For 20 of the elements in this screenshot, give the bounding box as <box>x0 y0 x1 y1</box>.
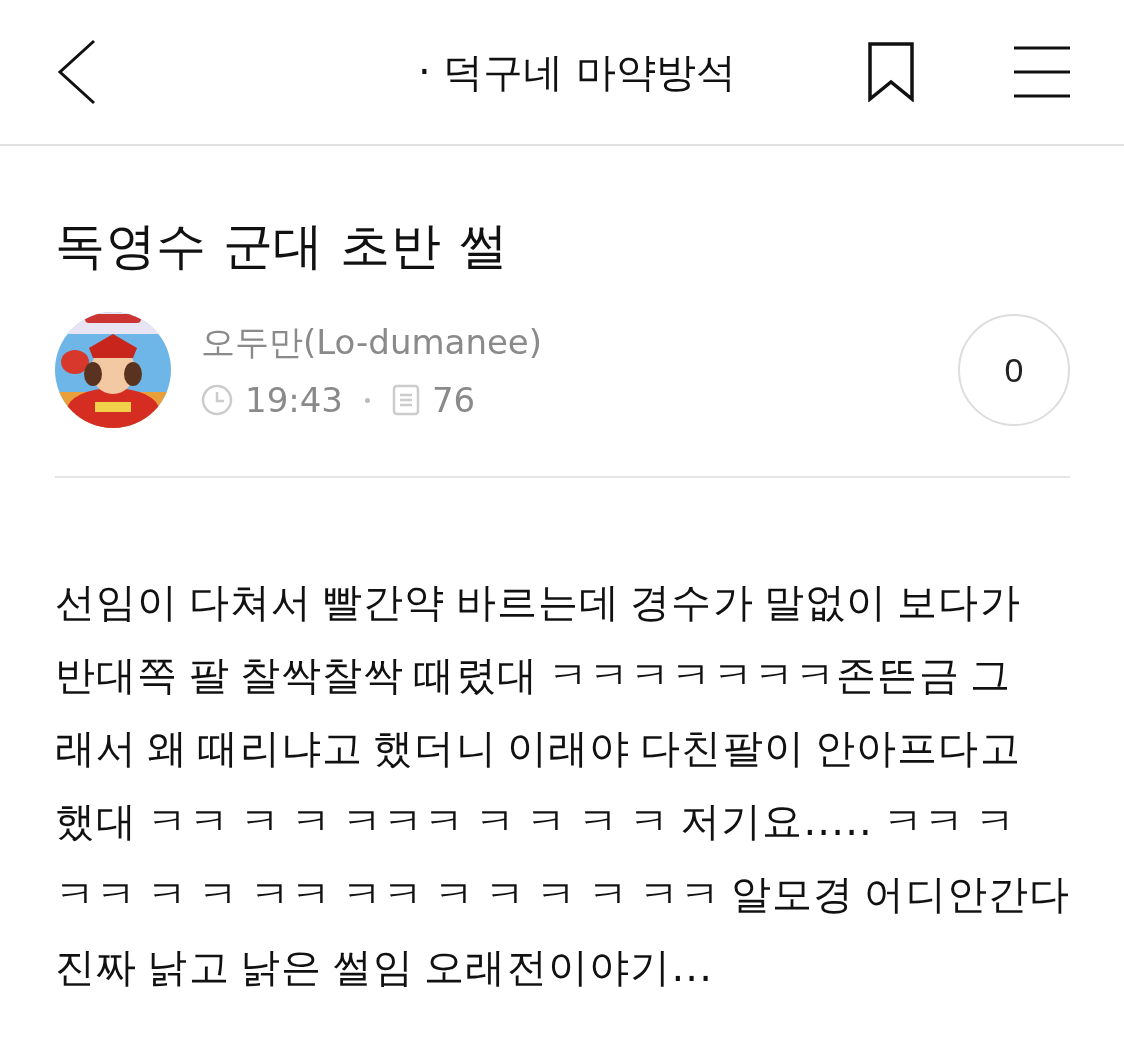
back-button[interactable] <box>56 39 96 105</box>
post-title: 독영수 군대 초반 썰 <box>55 216 510 276</box>
clock-icon <box>201 384 233 416</box>
body-text-line: 했대 ㅋㅋ ㅋ ㅋ ㅋㅋㅋ ㅋ ㅋ ㅋ ㅋ 저기요..... ㅋㅋ ㅋ <box>55 797 1017 846</box>
body-text-line: 래서 왜 때리냐고 했더니 이래야 다친팔이 안아프다고 <box>55 724 1021 773</box>
body-text-line: ㅋㅋ ㅋ ㅋ ㅋㅋ ㅋㅋ ㅋ ㅋ ㅋ ㅋ ㅋㅋ 알모경 어디안간다 <box>55 870 1071 919</box>
view-count: 76 <box>432 380 476 420</box>
menu-icon <box>1014 46 1070 98</box>
separator-dot <box>365 397 370 403</box>
menu-button[interactable] <box>1014 46 1070 98</box>
post-time: 19:43 <box>245 380 343 420</box>
board-title: · 덕구네 마약방석 <box>416 47 738 97</box>
body-text-line: 선임이 다쳐서 빨간약 바르는데 경수가 말없이 보다가 <box>55 578 1021 627</box>
back-icon <box>56 39 96 105</box>
comment-count-button[interactable]: 0 <box>958 314 1070 426</box>
bookmark-button[interactable] <box>868 42 914 102</box>
body-text-line: 진짜 낡고 낡은 썰임 오래전이야기... <box>55 943 714 992</box>
body-text-line: 반대쪽 팔 찰싹찰싹 때렸대 ㅋㅋㅋㅋㅋㅋㅋ존뜬금 그 <box>55 651 1011 700</box>
document-icon <box>392 384 420 416</box>
bookmark-icon <box>868 42 914 102</box>
